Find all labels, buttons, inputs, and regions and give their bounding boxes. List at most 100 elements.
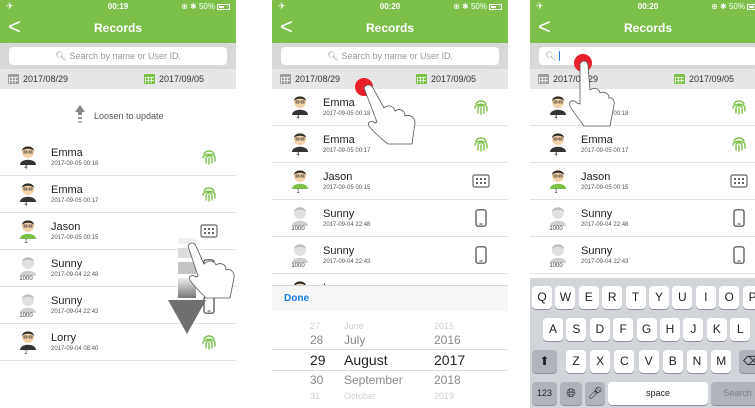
picker-row[interactable]: 27 June 2015 — [272, 319, 508, 331]
user-id: 1000 — [19, 313, 33, 319]
avatar — [18, 143, 38, 165]
avatar — [18, 180, 38, 202]
picker-day: 27 — [310, 321, 321, 331]
list-item[interactable]: 1000 Sunny 2017-09-04 22:48 — [0, 250, 236, 287]
fingerprint-icon — [730, 98, 748, 116]
date-picker-wheel[interactable]: 27 June 2015 28 July 2016 29 August 2017 30 Sep… — [272, 311, 508, 408]
key-t[interactable]: T — [625, 286, 646, 309]
keypad-icon — [472, 172, 490, 190]
key-x[interactable]: X — [590, 350, 611, 373]
end-date-button[interactable]: 2017/09/05 — [674, 74, 734, 84]
list-item[interactable]: 1000 Sunny 2017-09-04 22:43 — [530, 237, 755, 274]
screen-pull-to-refresh: ✈ 00:19 ⊕ ✱ 50% < Records 🔍︎ Search by na… — [0, 0, 236, 408]
key-q[interactable]: Q — [532, 286, 552, 309]
key-p[interactable]: P — [742, 286, 755, 309]
key-r[interactable]: R — [602, 286, 623, 309]
key-b[interactable]: B — [662, 350, 683, 373]
picker-row[interactable]: 30 September 2018 — [272, 371, 508, 389]
key-h[interactable]: H — [660, 318, 680, 341]
picker-day: 28 — [310, 333, 324, 347]
start-date-button[interactable]: 2017/08/29 — [8, 74, 68, 84]
avatar — [18, 217, 38, 239]
record-name: Emma — [581, 97, 613, 109]
list-item[interactable]: 4 Emma 2017-09-05 00:17 — [0, 176, 236, 213]
key-c[interactable]: C — [614, 350, 635, 373]
list-item[interactable]: 2 Lorry 2017-09-04 08:40 — [0, 324, 236, 361]
numbers-key[interactable]: 123 — [532, 382, 557, 405]
key-e[interactable]: E — [578, 286, 599, 309]
list-item[interactable]: 1 Jason 2017-09-05 00:15 — [272, 163, 508, 200]
key-n[interactable]: N — [687, 350, 707, 373]
record-name: Sunny — [51, 258, 83, 270]
key-m[interactable]: M — [711, 350, 732, 373]
search-input[interactable]: 🔍︎ Search by name or User ID. — [281, 47, 499, 65]
search-bar: 🔍︎ Search by name or User ID. — [272, 43, 508, 69]
user-id: 1000 — [291, 263, 305, 269]
list-item[interactable]: 4 Emma 2017-09-05 00:18 — [272, 89, 508, 126]
backspace-key[interactable]: ⌫ — [739, 350, 755, 373]
start-date-button[interactable]: 2017/08/29 — [538, 74, 598, 84]
tap-indicator — [574, 54, 592, 72]
key-l[interactable]: L — [730, 318, 751, 341]
end-date-button[interactable]: 2017/09/05 — [416, 74, 476, 84]
search-input[interactable]: 🔍︎ Search by name or User ID. — [9, 47, 227, 65]
list-item[interactable]: 4 Emma 2017-09-05 00:17 — [530, 126, 755, 163]
battery-icon — [489, 3, 502, 10]
list-item[interactable]: 4 Emma 2017-09-05 00:18 — [530, 89, 755, 126]
globe-key-icon[interactable]: 🌐︎ — [560, 382, 582, 405]
picker-month: July — [344, 333, 366, 347]
key-a[interactable]: A — [543, 318, 563, 341]
record-datetime: 2017-09-04 22:43 — [581, 259, 629, 265]
key-z[interactable]: Z — [566, 350, 586, 373]
navbar: < Records — [530, 13, 755, 43]
battery-percent: 50% — [470, 2, 487, 11]
list-item[interactable]: 1000 Sunny 2017-09-04 22:43 — [0, 287, 236, 324]
picker-row[interactable]: 31 October 2019 — [272, 389, 508, 401]
record-name: Sunny — [581, 245, 613, 257]
done-button[interactable]: Done — [284, 293, 309, 304]
key-s[interactable]: S — [566, 318, 587, 341]
key-v[interactable]: V — [638, 350, 659, 373]
calendar-icon — [8, 74, 19, 84]
list-item[interactable]: 1000 Sunny 2017-09-04 22:43 — [272, 237, 508, 274]
key-o[interactable]: O — [719, 286, 740, 309]
key-y[interactable]: Y — [649, 286, 669, 309]
start-date-button[interactable]: 2017/08/29 — [280, 74, 340, 84]
picker-day: 31 — [310, 391, 321, 401]
record-name: Sunny — [51, 295, 83, 307]
key-k[interactable]: K — [706, 318, 727, 341]
key-f[interactable]: F — [613, 318, 634, 341]
shift-key[interactable]: ⬆ — [532, 350, 557, 373]
up-arrow-icon — [75, 105, 85, 123]
picker-row-selected[interactable]: 29 August 2017 — [272, 349, 508, 371]
search-input-focused[interactable]: 🔍︎ — [539, 47, 755, 65]
picker-year: 2016 — [434, 333, 461, 347]
list-item[interactable]: 1000 Sunny 2017-09-04 22:48 — [530, 200, 755, 237]
search-key[interactable]: Search — [711, 382, 755, 405]
microphone-key-icon[interactable]: 🎤︎ — [585, 382, 605, 405]
key-d[interactable]: D — [589, 318, 610, 341]
record-datetime: 2017-09-04 22:48 — [51, 272, 99, 278]
list-item[interactable]: 4 Emma 2017-09-05 00:18 — [0, 139, 236, 176]
list-item[interactable]: 1 Jason 2017-09-05 00:15 — [530, 163, 755, 200]
end-date-button[interactable]: 2017/09/05 — [144, 74, 204, 84]
key-w[interactable]: W — [555, 286, 576, 309]
record-datetime: 2017-09-05 00:17 — [51, 198, 99, 204]
user-id: 4 — [296, 115, 300, 121]
key-g[interactable]: G — [636, 318, 657, 341]
picker-day: 29 — [310, 352, 326, 368]
list-item[interactable]: 1 Jason 2017-09-05 00:15 — [0, 213, 236, 250]
list-item[interactable]: 4 Emma 2017-09-05 00:17 — [272, 126, 508, 163]
loosen-text: Loosen to update — [94, 111, 164, 121]
avatar — [290, 204, 310, 226]
avatar — [548, 167, 568, 189]
list-item[interactable]: 1000 Sunny 2017-09-04 22:48 — [272, 200, 508, 237]
battery-percent: 50% — [728, 2, 745, 11]
key-u[interactable]: U — [672, 286, 693, 309]
key-j[interactable]: J — [683, 318, 704, 341]
picker-row[interactable]: 28 July 2016 — [272, 331, 508, 349]
space-key[interactable]: space — [608, 382, 708, 405]
page-title: Records — [623, 21, 673, 35]
key-i[interactable]: I — [695, 286, 716, 309]
record-name: Emma — [51, 184, 83, 196]
